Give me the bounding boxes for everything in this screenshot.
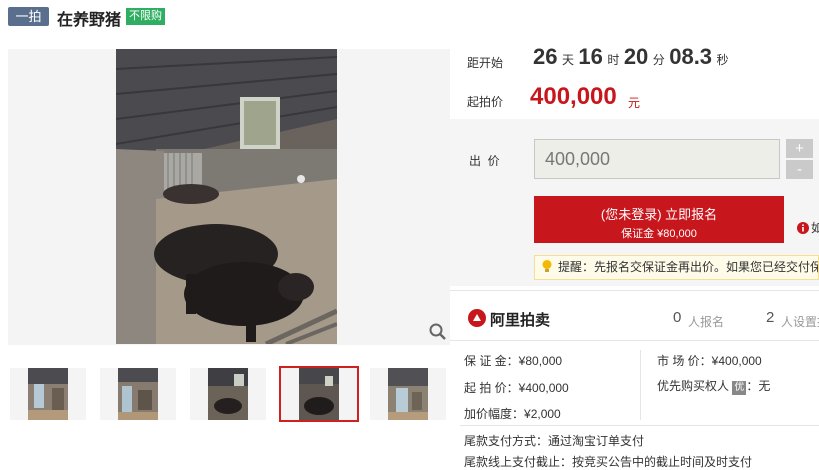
divider — [450, 340, 819, 341]
ali-auction-logo-icon — [468, 309, 486, 332]
thumbnail[interactable] — [190, 368, 266, 420]
signup-button-label: (您未登录) 立即报名 — [600, 207, 718, 222]
countdown: 26 天 16 时 20 分 08.3 秒 — [533, 44, 729, 70]
signup-button[interactable]: (您未登录) 立即报名 保证金 ¥80,000 — [534, 196, 784, 243]
final-payment-value: 通过淘宝订单支付 — [548, 434, 645, 448]
signup-count: 0 — [673, 309, 682, 326]
countdown-minutes-unit: 分 — [652, 53, 665, 67]
unlimited-badge: 不限购 — [126, 8, 165, 25]
bid-amount-input[interactable]: 400,000 — [534, 139, 780, 179]
countdown-hours-unit: 时 — [607, 53, 620, 67]
market-price-row: 市 场 价：¥400,000 — [657, 352, 762, 369]
thumbnail-image — [299, 368, 339, 420]
lot-title: 在养野猪 — [57, 12, 122, 29]
final-payment-label: 尾款支付方式： — [464, 434, 549, 448]
signup-count-label: 人报名 — [688, 315, 725, 329]
reminder-count-label: 人设置提醒 — [781, 315, 819, 329]
deposit-row: 保 证 金：¥80,000 — [464, 352, 562, 369]
payment-deadline-row: 尾款线上支付截止：按竞买公告中的截止时间及时支付 — [464, 453, 752, 470]
countdown-minutes: 20 — [623, 44, 649, 69]
countdown-days: 26 — [533, 44, 558, 69]
signup-deposit-label: 保证金 ¥80,000 — [621, 228, 697, 240]
detail-start-price-value: ¥400,000 — [518, 381, 569, 395]
thumbnail-image — [28, 368, 68, 420]
info-icon[interactable] — [797, 221, 809, 239]
decrease-bid-button[interactable]: - — [786, 160, 813, 179]
priority-buyer-row: 优先购买权人 优：无 — [657, 377, 770, 395]
start-price-value: 400,000 — [530, 83, 617, 110]
deposit-label: 保 证 金： — [464, 354, 519, 368]
bid-label: 出 价 — [469, 154, 500, 168]
increment-row: 加价幅度：¥2,000 — [464, 405, 561, 422]
reminder-bar: 提醒：先报名交保证金再出价。如果您已经交付保 — [534, 255, 819, 280]
thumbnail-image — [388, 368, 428, 420]
thumbnail[interactable] — [10, 368, 86, 420]
thumbnail-selected[interactable] — [279, 366, 359, 422]
increment-label: 加价幅度： — [464, 407, 525, 421]
platform-name: 阿里拍卖 — [490, 312, 551, 329]
side-note[interactable]: 如 — [811, 219, 819, 236]
divider — [460, 425, 819, 426]
main-photo[interactable] — [116, 49, 337, 344]
thumbnail[interactable] — [100, 368, 176, 420]
countdown-seconds: 08.3 — [669, 44, 713, 69]
divider — [640, 350, 641, 420]
barn-boars-image — [116, 49, 337, 344]
countdown-days-unit: 天 — [561, 53, 574, 67]
lightbulb-icon — [540, 258, 554, 272]
increment-value: ¥2,000 — [524, 407, 561, 421]
divider — [450, 290, 819, 291]
zoom-icon[interactable] — [428, 322, 448, 342]
reminder-count: 2 — [766, 309, 775, 326]
countdown-hours: 16 — [578, 44, 603, 69]
thumbnail[interactable] — [370, 368, 446, 420]
start-price-label: 起拍价 — [467, 95, 504, 109]
market-price-value: ¥400,000 — [711, 354, 762, 368]
thumbnail-image — [208, 368, 248, 420]
deposit-value: ¥80,000 — [518, 354, 563, 368]
start-price-row: 起 拍 价：¥400,000 — [464, 379, 569, 396]
thumbnail-image — [118, 368, 158, 420]
increase-bid-button[interactable]: + — [786, 139, 813, 158]
single-lot-tag: 一拍 — [8, 7, 49, 26]
countdown-label: 距开始 — [467, 56, 504, 70]
countdown-seconds-unit: 秒 — [716, 53, 729, 67]
market-price-label: 市 场 价： — [657, 354, 712, 368]
start-price-unit: 元 — [628, 96, 641, 110]
priority-buyer-label: 优先购买权人 — [657, 379, 730, 393]
priority-buyer-value: ：无 — [746, 379, 771, 393]
detail-start-price-label: 起 拍 价： — [464, 381, 519, 395]
priority-badge: 优 — [732, 381, 747, 395]
reminder-text: 提醒：先报名交保证金再出价。如果您已经交付保 — [558, 260, 819, 274]
final-payment-row: 尾款支付方式：通过淘宝订单支付 — [464, 432, 644, 449]
